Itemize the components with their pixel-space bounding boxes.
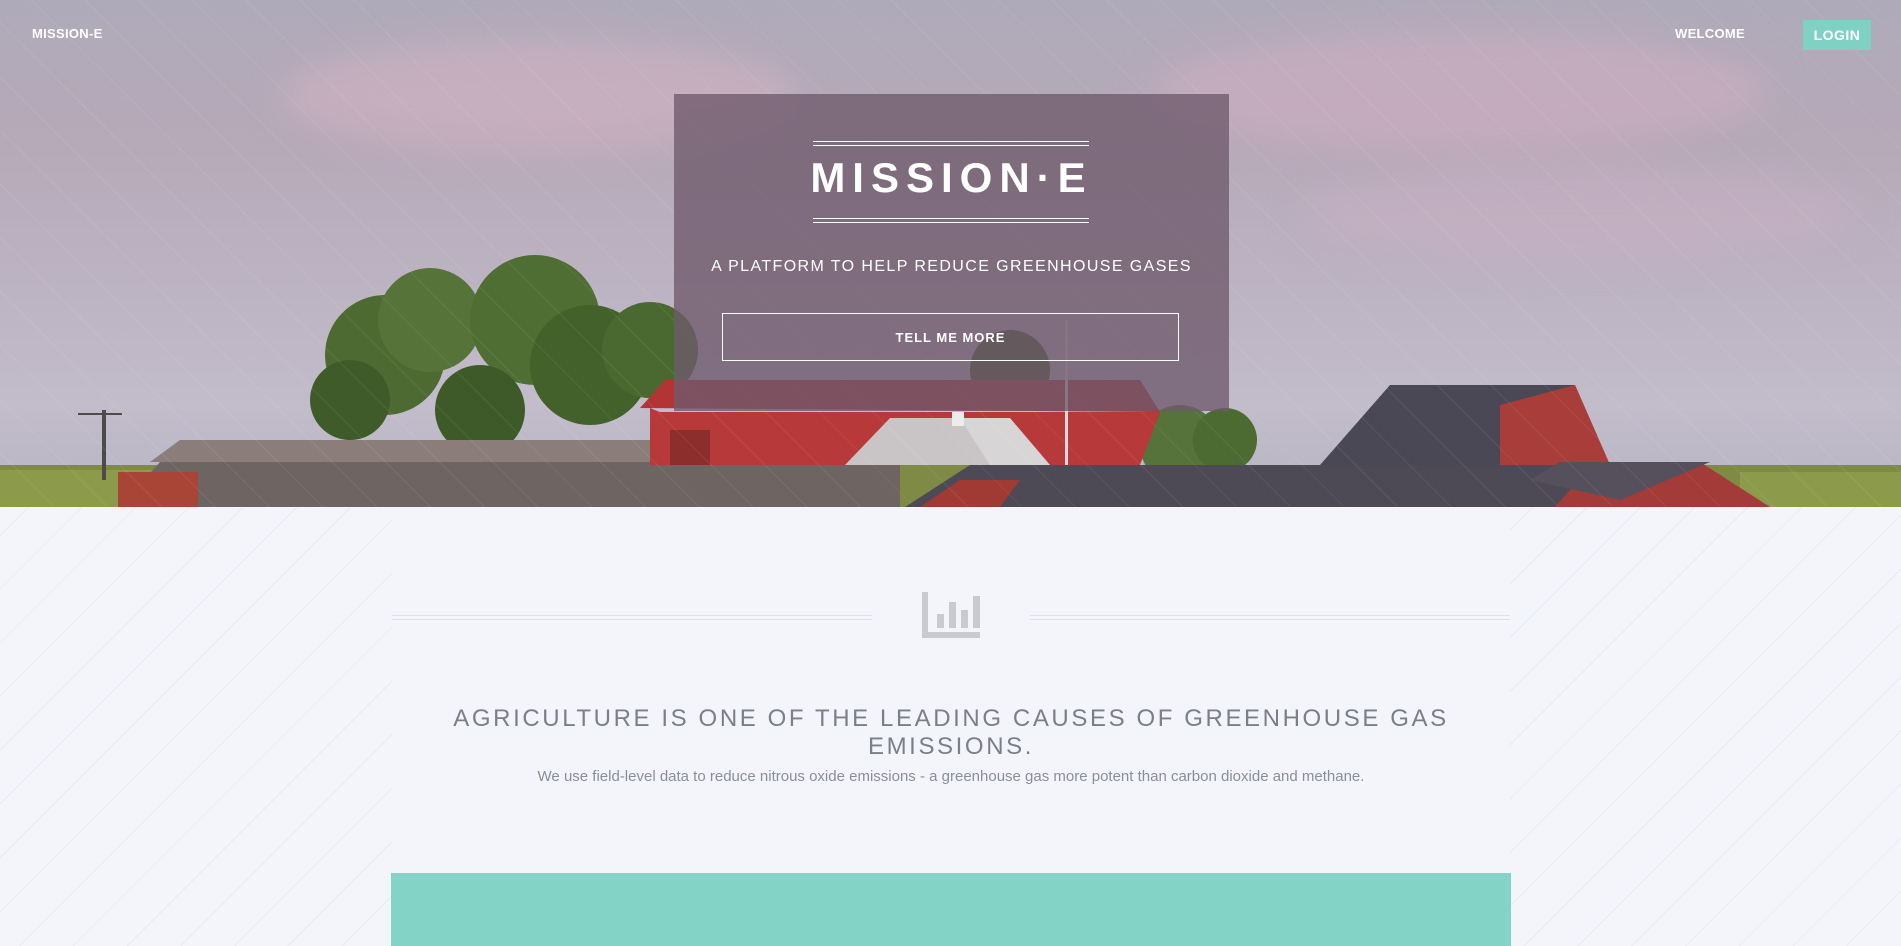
divider-left: [392, 615, 872, 620]
divider-right: [1030, 615, 1510, 620]
bar-chart-icon: [922, 592, 980, 638]
section-body: We use field-level data to reduce nitrou…: [537, 768, 1365, 785]
logo-rule-bottom: [813, 222, 1089, 223]
tell-me-more-button[interactable]: TELL ME MORE: [722, 313, 1179, 361]
logo-rule-bottom: [813, 218, 1089, 219]
nav-welcome-link[interactable]: WELCOME: [1675, 26, 1745, 41]
hero-title: MISSION·E: [810, 154, 1093, 201]
logo-rule-top: [813, 141, 1089, 142]
section-headline: AGRICULTURE IS ONE OF THE LEADING CAUSES…: [453, 705, 1449, 760]
login-button[interactable]: LOGIN: [1803, 20, 1871, 50]
feature-banner: [391, 873, 1511, 946]
brand-link[interactable]: MISSION-E: [32, 26, 103, 41]
hero-tagline: A PLATFORM TO HELP REDUCE GREENHOUSE GAS…: [711, 258, 1192, 275]
logo-rule-top: [813, 145, 1089, 146]
hero-panel: MISSION·E A PLATFORM TO HELP REDUCE GREE…: [674, 94, 1229, 411]
